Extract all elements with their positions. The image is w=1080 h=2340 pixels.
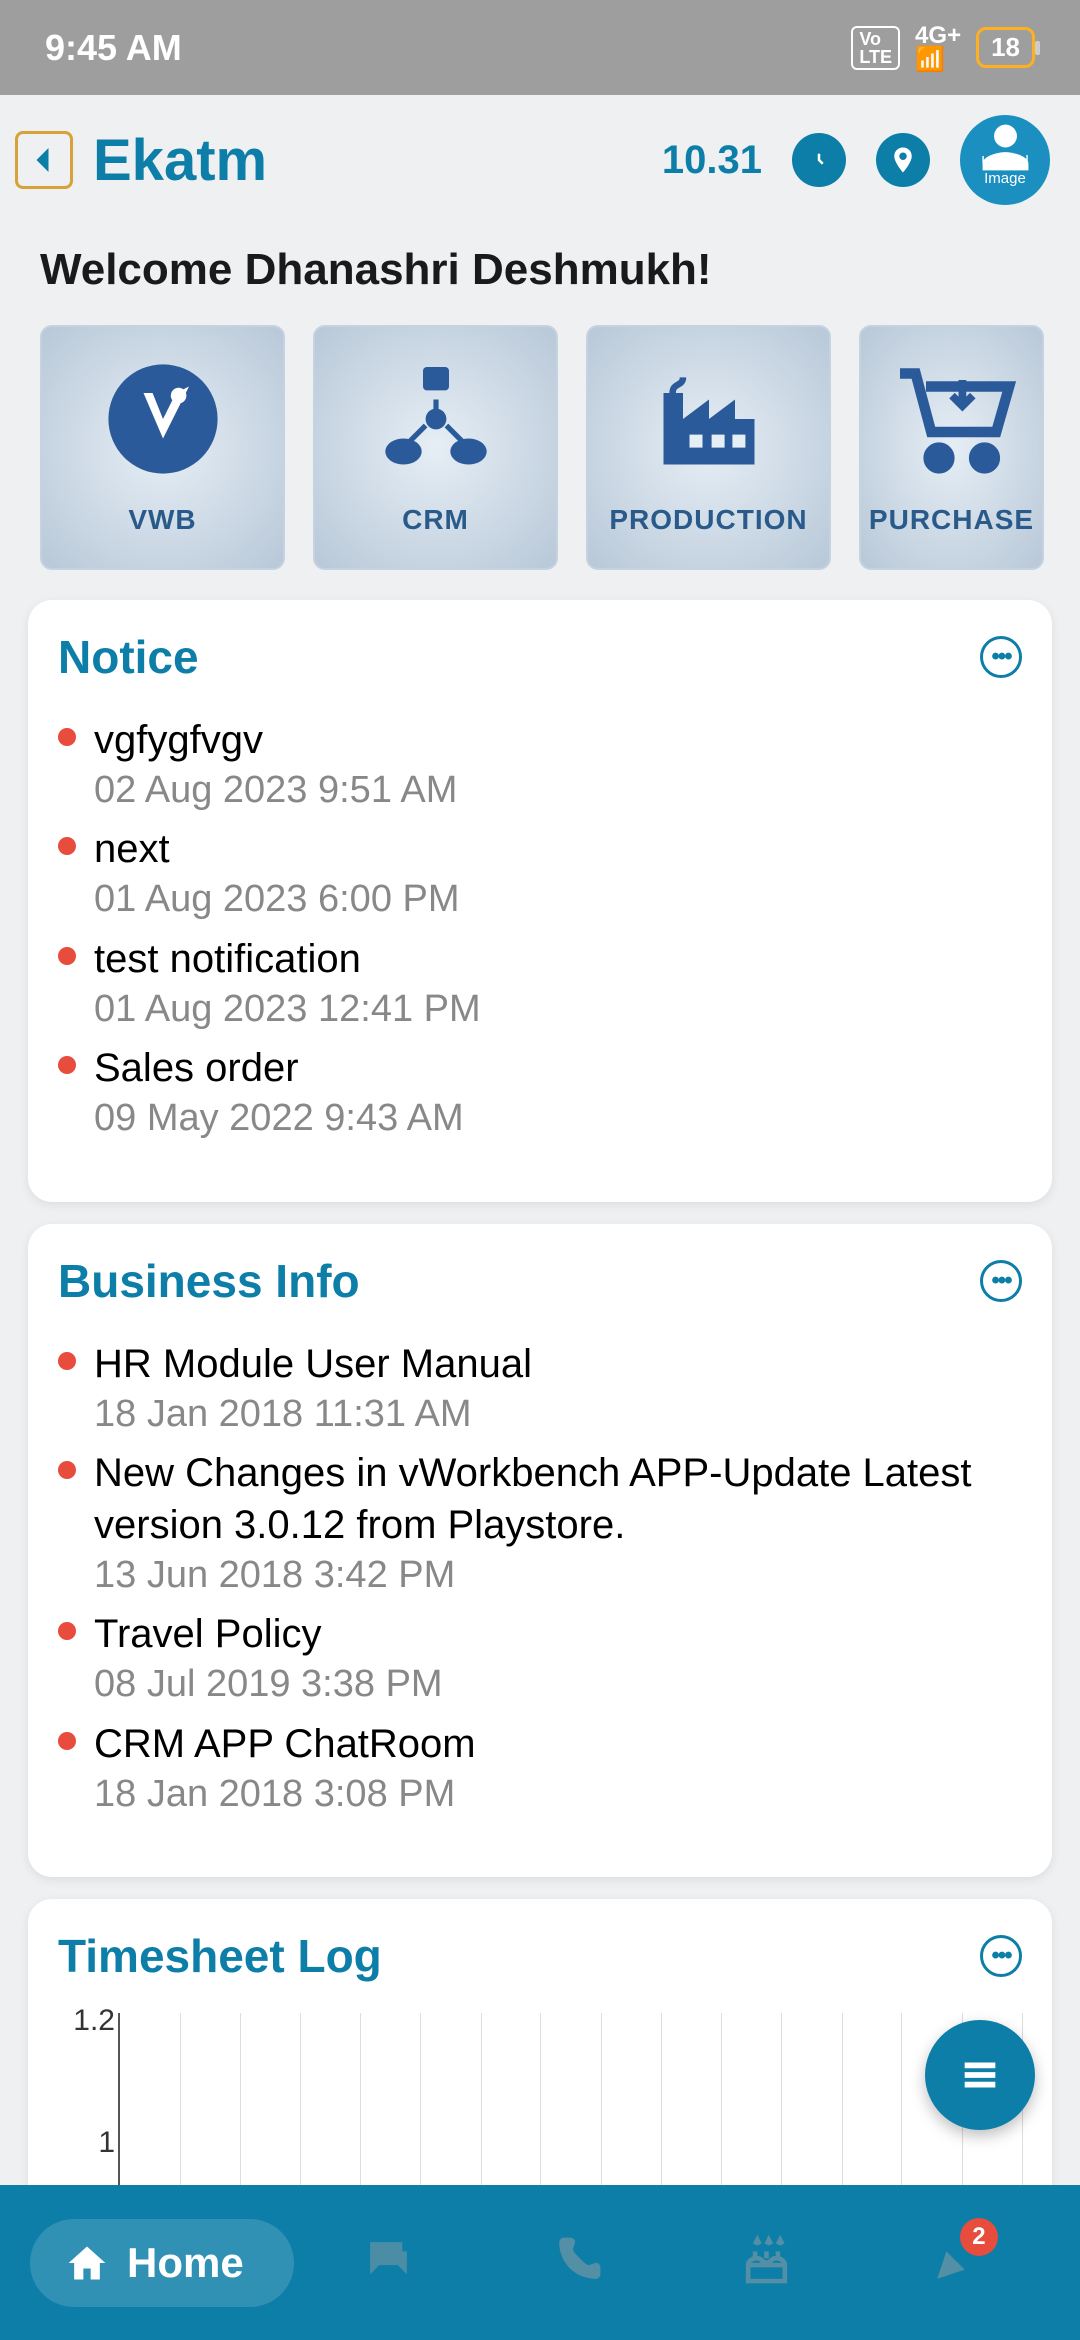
item-title: New Changes in vWorkbench APP-Update Lat… [94, 1447, 1022, 1551]
bullet-icon [58, 1056, 76, 1074]
clock-button[interactable] [792, 133, 846, 187]
clock-icon [804, 145, 834, 175]
nav-home[interactable]: Home [30, 2219, 294, 2307]
notice-more-button[interactable]: ••• [980, 636, 1022, 678]
item-date: 08 Jul 2019 3:38 PM [94, 1660, 1022, 1709]
item-date: 09 May 2022 9:43 AM [94, 1094, 1022, 1143]
y-tick: 1.2 [60, 2004, 115, 2038]
item-date: 13 Jun 2018 3:42 PM [94, 1551, 1022, 1600]
item-date: 02 Aug 2023 9:51 AM [94, 766, 1022, 815]
tile-label: VWB [128, 504, 196, 536]
item-date: 01 Aug 2023 12:41 PM [94, 985, 1022, 1034]
battery-indicator: 18 [976, 27, 1035, 68]
tile-vwb[interactable]: VWB [40, 325, 285, 570]
list-item[interactable]: test notification 01 Aug 2023 12:41 PM [58, 933, 1022, 1040]
item-title: next [94, 823, 1022, 875]
y-tick: 1 [60, 2126, 115, 2160]
module-tiles: VWB CRM PRODUCTION PURCHASE [0, 325, 1080, 600]
vwb-icon [98, 359, 228, 479]
bullet-icon [58, 728, 76, 746]
hamburger-icon [957, 2052, 1003, 2098]
chevron-left-icon [26, 142, 62, 178]
header-time-value[interactable]: 10.31 [662, 138, 762, 183]
timesheet-more-button[interactable]: ••• [980, 1935, 1022, 1977]
welcome-text: Welcome Dhanashri Deshmukh! [0, 230, 1080, 325]
nav-celebrate[interactable]: 2 [928, 2233, 983, 2293]
list-item[interactable]: Sales order 09 May 2022 9:43 AM [58, 1042, 1022, 1149]
timesheet-title: Timesheet Log [58, 1929, 382, 1983]
notification-badge: 2 [960, 2218, 998, 2256]
factory-icon [644, 359, 774, 479]
avatar-upload[interactable]: Upload Image [960, 115, 1050, 205]
bullet-icon [58, 1461, 76, 1479]
bullet-icon [58, 1732, 76, 1750]
item-title: test notification [94, 933, 1022, 985]
network-indicator: 4G+📶 [915, 24, 961, 72]
app-header: Ekatm 10.31 Upload Image [0, 95, 1080, 230]
list-item[interactable]: New Changes in vWorkbench APP-Update Lat… [58, 1447, 1022, 1606]
item-title: vgfygfvgv [94, 714, 1022, 766]
menu-fab[interactable] [925, 2020, 1035, 2130]
tile-label: PURCHASE [869, 504, 1034, 536]
notice-card: Notice ••• vgfygfvgv 02 Aug 2023 9:51 AM… [28, 600, 1052, 1202]
list-item[interactable]: Travel Policy 08 Jul 2019 3:38 PM [58, 1608, 1022, 1715]
item-title: Travel Policy [94, 1608, 1022, 1660]
nav-chat[interactable] [361, 2233, 416, 2293]
bottom-nav: Home 2 [0, 2185, 1080, 2340]
item-date: 18 Jan 2018 11:31 AM [94, 1390, 1022, 1439]
list-item[interactable]: CRM APP ChatRoom 18 Jan 2018 3:08 PM [58, 1718, 1022, 1825]
bullet-icon [58, 837, 76, 855]
location-button[interactable] [876, 133, 930, 187]
tile-label: PRODUCTION [609, 504, 807, 536]
item-title: HR Module User Manual [94, 1338, 1022, 1390]
bullet-icon [58, 1622, 76, 1640]
crm-icon [371, 359, 501, 479]
app-title: Ekatm [93, 127, 662, 194]
cart-icon [887, 359, 1017, 479]
item-date: 01 Aug 2023 6:00 PM [94, 875, 1022, 924]
notice-title: Notice [58, 630, 199, 684]
nav-home-label: Home [127, 2239, 244, 2287]
avatar-label: Upload Image [960, 154, 1050, 187]
item-title: CRM APP ChatRoom [94, 1718, 1022, 1770]
tile-production[interactable]: PRODUCTION [586, 325, 831, 570]
nav-phone[interactable] [550, 2233, 605, 2293]
list-item[interactable]: next 01 Aug 2023 6:00 PM [58, 823, 1022, 930]
status-time: 9:45 AM [45, 27, 182, 69]
status-right: VoLTE 4G+📶 18 [851, 24, 1035, 72]
cake-icon [739, 2233, 794, 2288]
home-icon [65, 2241, 109, 2285]
location-pin-icon [888, 145, 918, 175]
chat-icon [361, 2233, 416, 2288]
item-title: Sales order [94, 1042, 1022, 1094]
bullet-icon [58, 947, 76, 965]
business-info-title: Business Info [58, 1254, 360, 1308]
list-item[interactable]: HR Module User Manual 18 Jan 2018 11:31 … [58, 1338, 1022, 1445]
status-bar: 9:45 AM VoLTE 4G+📶 18 [0, 0, 1080, 95]
item-date: 18 Jan 2018 3:08 PM [94, 1770, 1022, 1819]
tile-label: CRM [402, 504, 469, 536]
list-item[interactable]: vgfygfvgv 02 Aug 2023 9:51 AM [58, 714, 1022, 821]
business-info-more-button[interactable]: ••• [980, 1260, 1022, 1302]
tile-crm[interactable]: CRM [313, 325, 558, 570]
nav-birthday[interactable] [739, 2233, 794, 2293]
phone-icon [550, 2233, 605, 2288]
volte-indicator: VoLTE [851, 26, 900, 70]
bullet-icon [58, 1352, 76, 1370]
back-button[interactable] [15, 131, 73, 189]
business-info-card: Business Info ••• HR Module User Manual … [28, 1224, 1052, 1878]
tile-purchase[interactable]: PURCHASE [859, 325, 1044, 570]
